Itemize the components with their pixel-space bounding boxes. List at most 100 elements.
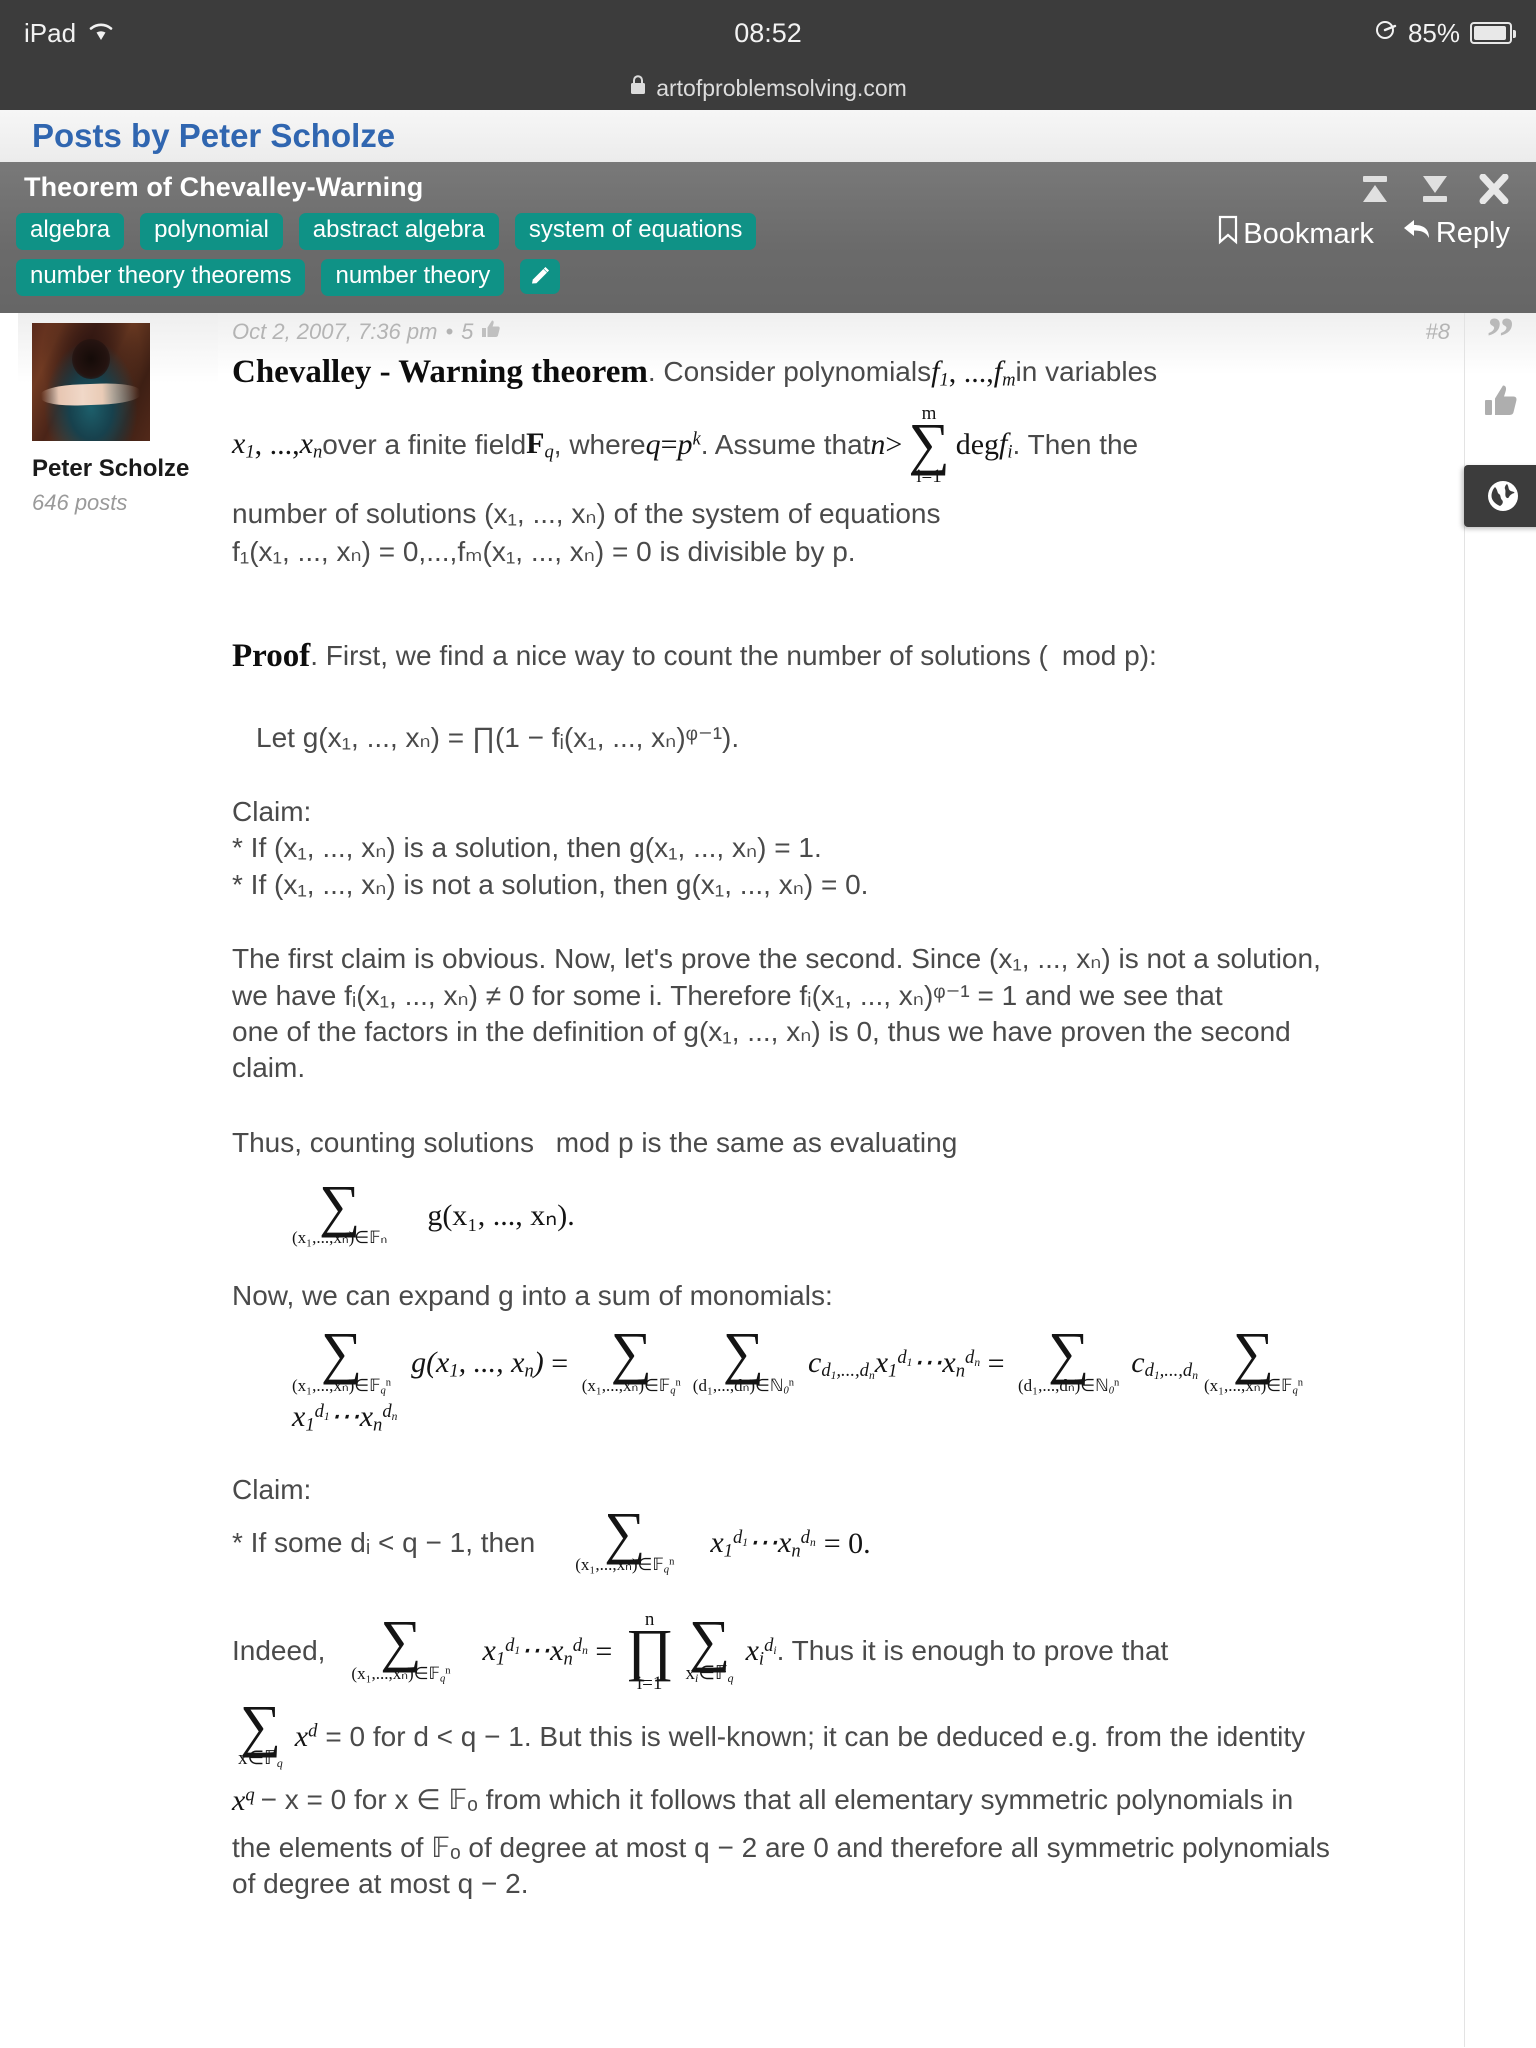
theorem-q: q <box>645 428 661 462</box>
final-block: ∑ x∈𝔽q xd = 0 for d < q − 1. But this is … <box>232 1692 1354 1903</box>
theorem-deg: deg <box>955 428 1000 462</box>
sum-operator-e2: ∑ (x₁,...,xₙ)∈𝔽qn <box>581 1320 681 1397</box>
post-tools-column: ” <box>1464 310 1536 2047</box>
thumbs-up-icon[interactable] <box>1483 383 1519 424</box>
battery-percent: 85% <box>1407 17 1460 48</box>
proof-section: Proof. First, we find a nice way to coun… <box>232 635 1354 678</box>
sum-g-display: ∑ (x₁,...,xₙ)∈𝔽ₙ g(x₁, ..., xₙ). <box>232 1176 1354 1248</box>
post-content: Oct 2, 2007, 7:36 pm • 5 Chevalley - War… <box>218 312 1372 2047</box>
post-number-column: #8 <box>1372 312 1464 2047</box>
reply-button[interactable]: Reply <box>1402 215 1510 251</box>
location-icon <box>1374 18 1398 49</box>
tag-system-of-equations[interactable]: system of equations <box>514 213 757 250</box>
let-g-line: Let g(x₁, ..., xₙ) = ∏(1 − fᵢ(x₁, ..., x… <box>256 721 740 753</box>
close-icon[interactable] <box>1478 173 1512 205</box>
claim2-header: Claim: <box>232 1473 312 1505</box>
status-bar-left: iPad <box>24 18 114 49</box>
tag-number-theory[interactable]: number theory <box>321 258 505 296</box>
theorem-pk: pk <box>677 428 701 462</box>
claim1-header: Claim: <box>232 795 312 827</box>
bookmark-button[interactable]: Bookmark <box>1217 215 1374 253</box>
tag-abstract-algebra[interactable]: abstract algebra <box>298 213 499 250</box>
indeed-tail: . Thus it is enough to prove that <box>776 1635 1169 1667</box>
theorem-dots2: , ..., <box>254 428 300 462</box>
para1-line1: The first claim is obvious. Now, let's p… <box>232 943 1321 975</box>
tag-number-theory-theorems[interactable]: number theory theorems <box>16 258 306 296</box>
proof-label: Proof <box>232 637 311 674</box>
post-timestamp: Oct 2, 2007, 7:36 pm <box>232 318 438 344</box>
theorem-dots1: , ..., <box>948 355 994 389</box>
proof-line: . First, we find a nice way to count the… <box>310 639 1157 671</box>
claim-block-2: Claim: * If some dᵢ < q − 1, then ∑ (x₁,.… <box>232 1472 1354 1577</box>
reply-label: Reply <box>1435 216 1510 249</box>
final-line3: the elements of 𝔽ₒ of degree at most q −… <box>232 1831 1330 1863</box>
sum-operator-final: ∑ x∈𝔽q <box>238 1692 283 1770</box>
ios-status-bar: iPad 08:52 85% <box>0 0 1536 66</box>
sum-operator-e3: ∑ (d₁,...,dₙ)∈ℕ0n <box>692 1320 795 1397</box>
theorem-eq: = <box>660 428 678 462</box>
monomial-expansion-display: ∑ (x₁,...,xₙ)∈𝔽qn g(x1, ..., xn) = ∑ (x₁,.… <box>292 1320 1304 1436</box>
prod-operator-ind: n ∏ i=1 <box>625 1609 674 1694</box>
author-name[interactable]: Peter Scholze <box>32 455 208 483</box>
sum-operator-e4: ∑ (d₁,...,dₙ)∈ℕ0n <box>1018 1320 1120 1397</box>
tag-row-2: number theory theorems number theory <box>16 258 1217 296</box>
final-line1: = 0 for d < q − 1. But this is well-know… <box>325 1720 1306 1752</box>
final-line4: of degree at most q − 2. <box>232 1868 529 1900</box>
topic-tags: algebra polynomial abstract algebra syst… <box>16 213 1217 305</box>
topic-header: Theorem of Chevalley-Warning algebra pol… <box>0 162 1536 313</box>
theorem-name: Chevalley - Warning theorem <box>232 353 648 390</box>
theorem-line2-d: . Then the <box>1012 428 1139 460</box>
like-count: 5 <box>461 318 474 344</box>
tag-algebra[interactable]: algebra <box>16 213 125 250</box>
let-g-definition: Let g(x₁, ..., xₙ) = ∏(1 − fᵢ(x₁, ..., x… <box>232 720 1354 756</box>
theorem-line2-a: over a finite field <box>322 428 527 460</box>
theorem-field-Fq: Fq <box>526 427 554 463</box>
sum-operator-ind2: ∑ xi∈𝔽q <box>685 1607 734 1685</box>
thus-counting-line: Thus, counting solutions mod p is the sa… <box>232 1126 958 1158</box>
theorem-line3: number of solutions (x₁, ..., xₙ) of the… <box>232 497 941 529</box>
globe-icon[interactable] <box>1464 464 1536 527</box>
proof-paragraph-1: The first claim is obvious. Now, let's p… <box>232 941 1354 1087</box>
reply-arrow-icon <box>1402 215 1432 251</box>
tag-polynomial[interactable]: polynomial <box>140 213 283 250</box>
theorem-n: n <box>870 428 886 462</box>
status-bar-right: 85% <box>1374 17 1516 49</box>
left-rail <box>0 312 18 2047</box>
url-domain-text: artofproblemsolving.com <box>656 74 907 101</box>
user-avatar-photo[interactable] <box>32 322 150 441</box>
expand-line: Now, we can expand g into a sum of monom… <box>232 1279 833 1311</box>
indeed-block: Indeed, ∑ (x₁,...,xₙ)∈𝔽qn x1d1⋯xndn = n ∏ i… <box>232 1607 1169 1694</box>
sum-operator-e1: ∑ (x₁,...,xₙ)∈𝔽qn <box>292 1320 392 1397</box>
topic-header-icons <box>1358 172 1520 205</box>
theorem-line2-c: . Assume that <box>700 428 871 460</box>
final-line2: − x = 0 for x ∈ 𝔽ₒ from which it follows… <box>260 1784 1294 1816</box>
jump-to-top-icon[interactable] <box>1358 174 1392 204</box>
claim1-item-b: * If (x₁, ..., xₙ) is not a solution, th… <box>232 868 869 900</box>
theorem-xn: xn <box>299 427 323 463</box>
para1-line4: claim. <box>232 1052 306 1084</box>
theorem-f1: f1 <box>931 354 949 391</box>
claim2-line: * If some dᵢ < q − 1, then <box>232 1527 536 1559</box>
sum-operator-deg: m ∑ i=1 <box>908 402 950 487</box>
sum-operator-ind1: ∑ (x₁,...,xₙ)∈𝔽qn <box>351 1608 451 1685</box>
theorem-statement: Chevalley - Warning theorem. Consider po… <box>232 351 1354 571</box>
bookmark-label: Bookmark <box>1243 217 1374 250</box>
jump-to-bottom-icon[interactable] <box>1418 174 1452 204</box>
theorem-line1-b: in variables <box>1015 356 1158 387</box>
pencil-icon[interactable] <box>520 258 561 294</box>
para1-line2: we have fᵢ(x₁, ..., xₙ) ≠ 0 for some i. … <box>232 979 1223 1011</box>
author-post-count: 646 posts <box>32 489 128 515</box>
page-title: Posts by Peter Scholze <box>32 117 396 154</box>
theorem-line4: f₁(x₁, ..., xₙ) = 0,...,fₘ(x₁, ..., xₙ) … <box>232 536 856 568</box>
claim1-item-a: * If (x₁, ..., xₙ) is a solution, then g… <box>232 832 822 864</box>
post-container: Peter Scholze 646 posts Oct 2, 2007, 7:3… <box>0 310 1536 2047</box>
theorem-line2-b: , where <box>553 428 646 460</box>
browser-url-bar[interactable]: artofproblemsolving.com <box>0 66 1536 110</box>
post-meta: Oct 2, 2007, 7:36 pm • 5 <box>232 319 1354 345</box>
indeed-label: Indeed, <box>232 1635 326 1667</box>
topic-title: Theorem of Chevalley-Warning <box>24 172 424 202</box>
quote-icon[interactable]: ” <box>1487 310 1515 366</box>
theorem-fi: fi <box>999 427 1013 463</box>
theorem-line1-a: . Consider polynomials <box>647 356 932 387</box>
bookmark-icon <box>1217 215 1239 253</box>
